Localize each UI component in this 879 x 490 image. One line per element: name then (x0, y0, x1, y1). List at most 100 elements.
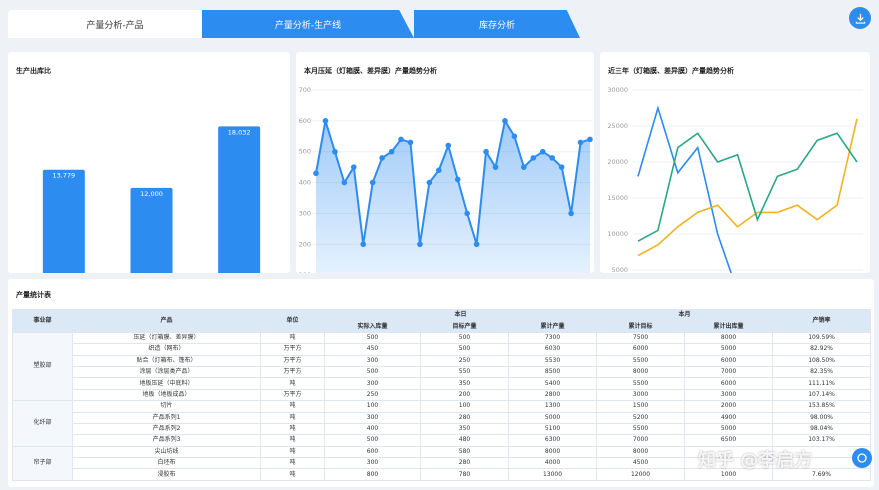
area-point (350, 164, 357, 170)
cell-actual: 500 (324, 331, 421, 345)
multi-y-tick: 5000 (611, 266, 628, 273)
area-point (587, 136, 593, 143)
cell-product: 尖山坊线 (72, 445, 261, 459)
cell-cum-target: 6000 (596, 343, 686, 356)
header-cum: 累计产量 (507, 320, 598, 333)
cell-unit: 吨 (260, 400, 325, 413)
table-row: 地板压延（中底料）吨 300 350 5400 5500 6000 111.11% (13, 377, 872, 390)
cell-target: 280 (420, 457, 509, 470)
area-point (398, 136, 404, 143)
cell-cum-target: 1500 (596, 400, 686, 413)
stats-table-title: 产量统计表 (16, 291, 51, 299)
table-row: 化纤部 切片吨 100 100 1300 1500 2000 153.85% (12, 400, 872, 447)
bar-chart-panel: 生产出库比 13,779本月产量12,000目标产量18,032本月出库量 (8, 52, 290, 273)
cell-cum-target: 5500 (596, 354, 686, 367)
cell-product: 压延（灯箱膜、差异膜） (72, 331, 261, 345)
area-point (511, 133, 518, 140)
cell-actual: 100 (324, 400, 421, 413)
cell-cum-out: 5000 (684, 422, 774, 436)
area-y-tick: 700 (299, 86, 311, 94)
cell-unit: 吨 (260, 468, 325, 481)
bar-chart: 13,779本月产量12,000目标产量18,032本月出库量 (42, 126, 261, 273)
cell-product: 产品系列2 (72, 422, 261, 436)
area-point (313, 170, 319, 177)
cell-cum: 6030 (507, 343, 598, 356)
bar-2 (130, 187, 173, 273)
cell-cum-target: 4500 (596, 457, 686, 470)
cell-target: 550 (420, 365, 509, 379)
cell-rate: 98.00% (772, 411, 872, 424)
area-y-tick: 600 (299, 117, 311, 125)
cell-target: 200 (420, 388, 509, 402)
cell-cum-target: 5200 (596, 411, 686, 424)
cell-unit: 吨 (260, 457, 325, 470)
cell-cum-target: 7000 (596, 434, 686, 447)
cell-target: 500 (420, 331, 509, 345)
bar-1 (42, 169, 85, 273)
area-point (369, 179, 376, 186)
cell-cum: 8000 (507, 445, 598, 459)
tab-product-output[interactable]: 产量分析-产品 (8, 10, 222, 38)
header-product: 产品 (72, 309, 261, 333)
area-point (445, 142, 452, 149)
area-y-tick: 200 (299, 240, 311, 248)
cell-actual: 400 (324, 422, 421, 436)
table-row: 涂层（涂层类产品） 万平方 500 550 8500 8000 7000 82.35% (13, 365, 872, 379)
cell-rate: 98.04% (772, 422, 872, 436)
chat-button[interactable] (852, 448, 872, 468)
area-point (539, 148, 546, 155)
area-point (530, 155, 537, 161)
area-point (549, 155, 556, 161)
three-year-trend-chart: 0500010000150002000025000300000102030405… (607, 86, 863, 273)
tab-inventory[interactable]: 库存分析 (414, 10, 580, 38)
cell-target: 580 (420, 445, 509, 459)
cell-cum-out: 5000 (684, 343, 774, 356)
tab-line-output[interactable]: 产量分析-生产线 (202, 10, 414, 38)
cell-actual: 500 (324, 434, 421, 447)
multi-y-tick: 20000 (607, 158, 628, 166)
table-row: 产品系列1 吨 300 280 5000 5200 4900 98.00% (13, 411, 872, 424)
multi-y-tick: 25000 (607, 122, 628, 130)
area-point (388, 148, 395, 155)
cell-cum-out: 8000 (684, 331, 774, 345)
cell-actual: 300 (324, 457, 421, 470)
table-row: 贴合（灯箱布、篷布） 万平方 300 250 5530 5500 6000 108.50% (13, 354, 872, 367)
cell-unit: 万平方 (260, 365, 325, 379)
cell-rate: 153.85% (772, 400, 872, 413)
cell-actual: 300 (324, 354, 421, 367)
cell-cum: 5400 (507, 377, 598, 390)
cell-cum-out: 4900 (684, 411, 774, 424)
cell-unit: 万平方 (260, 388, 325, 402)
cell-cum: 4000 (507, 457, 598, 470)
cell-unit: 万平方 (260, 343, 325, 356)
cell-rate: 111.11% (772, 377, 872, 390)
cell-rate: 107.14% (772, 388, 872, 402)
area-point (473, 241, 480, 248)
header-rate: 产销率 (772, 309, 872, 333)
table-row: 产品系列3 吨 500 480 6300 7000 6500 103.17% (13, 434, 872, 447)
multi-y-tick: 30000 (607, 86, 628, 94)
download-button[interactable] (849, 7, 871, 29)
area-point (464, 210, 470, 217)
cell-target: 280 (420, 411, 509, 424)
chat-icon (857, 453, 867, 463)
area-point (379, 155, 385, 161)
cell-product: 织造（网布） (72, 343, 261, 356)
area-point (407, 139, 414, 146)
cell-target: 100 (420, 400, 509, 413)
daily-trend-panel: 本月压延（灯箱膜、差异膜）产量趋势分析 01002003004005006007… (296, 52, 594, 273)
bar-3 (218, 126, 261, 273)
cell-unit: 吨 (260, 422, 325, 436)
cell-actual: 500 (324, 365, 421, 379)
cell-actual: 450 (324, 343, 421, 356)
cell-cum-target: 5500 (596, 377, 686, 390)
cell-rate: 82.92% (772, 343, 872, 356)
cell-cum: 8500 (507, 365, 598, 379)
cell-unit: 吨 (260, 377, 325, 390)
cell-unit: 吨 (260, 434, 325, 447)
cell-product: 浸胶布 (72, 468, 261, 481)
area-y-tick: 500 (299, 148, 311, 156)
cell-product: 白坯布 (72, 457, 261, 470)
table-row: 织造（网布） 万平方 450 500 6030 6000 5000 82.92% (13, 343, 872, 356)
area-point (568, 210, 574, 217)
